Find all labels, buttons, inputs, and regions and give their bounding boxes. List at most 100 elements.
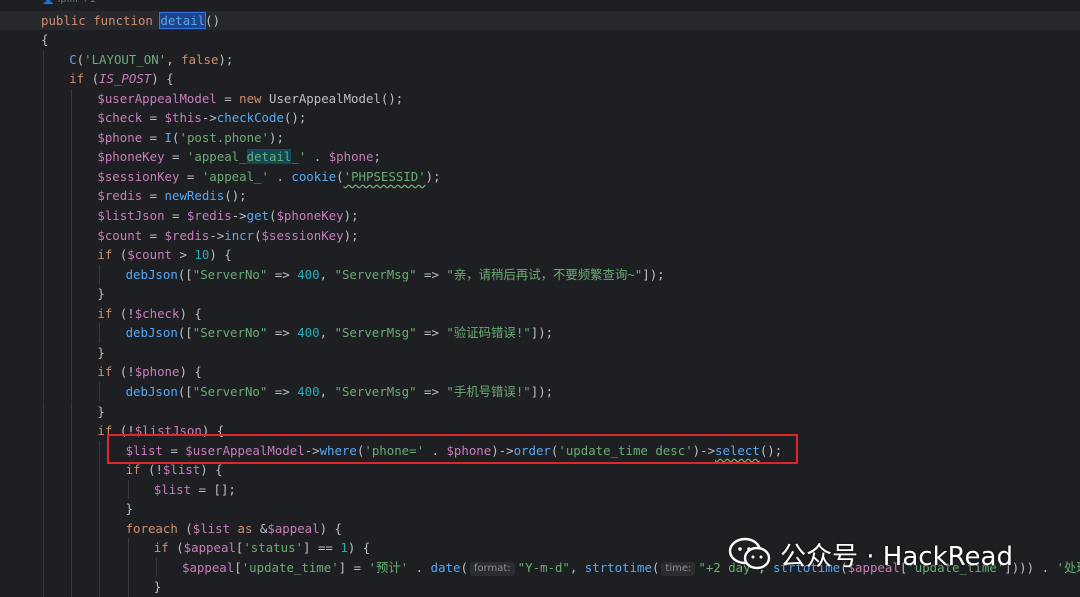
code-token: ); <box>343 227 359 243</box>
code-text: } <box>154 577 161 597</box>
parameter-hint: format: <box>469 561 515 576</box>
code-line[interactable]: $count = $redis->incr($sessionKey); <box>0 225 1080 246</box>
code-line[interactable]: { <box>0 30 1080 50</box>
code-token: $phone <box>97 129 143 145</box>
code-line[interactable]: debJson(["ServerNo" => 400, "ServerMsg" … <box>0 381 1080 402</box>
code-line[interactable]: debJson(["ServerNo" => 400, "ServerMsg" … <box>0 323 1080 343</box>
code-token: (! <box>119 364 135 380</box>
code-line[interactable]: } <box>0 499 1080 519</box>
code-token: = <box>142 129 165 145</box>
code-line[interactable]: public function detail() <box>0 10 1080 31</box>
indent-guide <box>71 303 73 324</box>
code-token: } <box>97 344 105 360</box>
code-token: public function <box>41 12 161 28</box>
code-token: ) { <box>347 540 371 556</box>
indent-guide <box>71 342 73 363</box>
indent-guide <box>71 127 73 148</box>
code-token: "亲，请稍后再试，不要频繁查询~" <box>446 266 643 282</box>
code-token: , <box>166 51 182 67</box>
code-line[interactable]: } <box>0 284 1080 304</box>
indent-guide <box>43 557 44 578</box>
code-text: C('LAYOUT_ON', false); <box>69 50 233 70</box>
code-token: , <box>319 325 335 341</box>
code-line[interactable]: if (IS_POST) { <box>0 69 1080 89</box>
indent-guide <box>127 479 129 500</box>
code-line[interactable]: $phone = I('post.phone'); <box>0 127 1080 148</box>
indent-guide <box>43 186 44 206</box>
code-token: { <box>41 32 49 48</box>
code-token: 400 <box>297 383 320 399</box>
indent-guide <box>71 225 73 246</box>
code-line[interactable]: if (!$phone) { <box>0 362 1080 382</box>
indent-guide <box>71 166 73 187</box>
code-token: debJson <box>125 266 178 282</box>
code-token: (! <box>119 305 135 321</box>
code-line[interactable]: $list = []; <box>0 479 1080 500</box>
indent-guide <box>155 557 157 578</box>
indent-guide <box>99 460 101 480</box>
code-line[interactable]: $userAppealModel = new UserAppealModel()… <box>0 88 1080 109</box>
code-token: } <box>97 403 105 419</box>
watermark: 公众号 · HackRead <box>728 534 1013 574</box>
author-inlay-hint: 👤 lpllll +1 <box>42 0 96 8</box>
indent-guide <box>71 460 73 480</box>
code-line[interactable]: $phoneKey = 'appeal_detail_' . $phone; <box>0 147 1080 167</box>
code-text: public function detail() <box>41 11 220 31</box>
code-line[interactable]: $check = $this->checkCode(); <box>0 108 1080 128</box>
indent-guide <box>43 69 44 89</box>
indent-guide <box>71 245 73 265</box>
indent-guide <box>43 499 44 519</box>
code-token: => <box>267 325 298 341</box>
code-token: 10 <box>194 247 210 263</box>
code-token: "ServerNo" <box>192 266 268 282</box>
code-line[interactable]: $listJson = $redis->get($phoneKey); <box>0 206 1080 226</box>
code-token: $redis <box>186 208 232 223</box>
code-token: => <box>267 383 298 399</box>
indent-guide <box>43 49 44 70</box>
indent-guide <box>127 557 129 578</box>
code-token: cookie <box>291 168 337 184</box>
code-editor[interactable]: 👤 lpllll +1 public function detail(){ C('… <box>0 0 1080 597</box>
code-token: => <box>416 266 447 282</box>
code-token: ( <box>76 51 85 67</box>
indent-guide <box>71 88 73 109</box>
code-line[interactable]: debJson(["ServerNo" => 400, "ServerMsg" … <box>0 264 1080 285</box>
code-line[interactable]: } <box>0 577 1080 597</box>
code-line[interactable]: if ($count > 10) { <box>0 245 1080 265</box>
code-token: $list <box>192 520 231 536</box>
code-line[interactable]: $redis = newRedis(); <box>0 186 1080 206</box>
code-token: (! <box>147 462 163 478</box>
code-token: ); <box>343 208 359 223</box>
code-token: "ServerMsg" <box>334 383 417 399</box>
code-line[interactable]: $sessionKey = 'appeal_' . cookie('PHPSES… <box>0 166 1080 187</box>
indent-guide <box>71 284 73 304</box>
code-token: => <box>416 383 447 399</box>
indent-guide <box>43 538 44 558</box>
indent-guide <box>43 421 44 441</box>
indent-guide <box>43 206 44 226</box>
code-token: "ServerMsg" <box>334 325 417 341</box>
code-line[interactable]: if (!$check) { <box>0 303 1080 324</box>
code-token: checkCode <box>216 110 284 126</box>
code-token: UserAppealModel(); <box>268 90 404 106</box>
code-token: if <box>125 462 148 478</box>
indent-guide <box>43 303 44 324</box>
indent-guide <box>71 479 73 500</box>
code-token: ) { <box>319 520 342 536</box>
indent-guide <box>43 577 44 597</box>
indent-guide <box>43 88 44 109</box>
code-text: } <box>126 499 133 519</box>
indent-guide <box>71 381 73 402</box>
code-token: ); <box>218 51 234 67</box>
code-token: ([ <box>177 266 193 282</box>
code-line[interactable]: } <box>0 401 1080 421</box>
code-line[interactable]: C('LAYOUT_ON', false); <box>0 49 1080 70</box>
code-token: } <box>97 286 105 302</box>
code-line[interactable]: } <box>0 342 1080 363</box>
code-token: -> <box>201 110 217 126</box>
indent-guide <box>71 538 73 558</box>
code-text: if (!$phone) { <box>97 362 201 382</box>
indent-guide <box>71 557 73 578</box>
indent-guide <box>43 127 44 148</box>
indent-guide <box>71 147 73 167</box>
